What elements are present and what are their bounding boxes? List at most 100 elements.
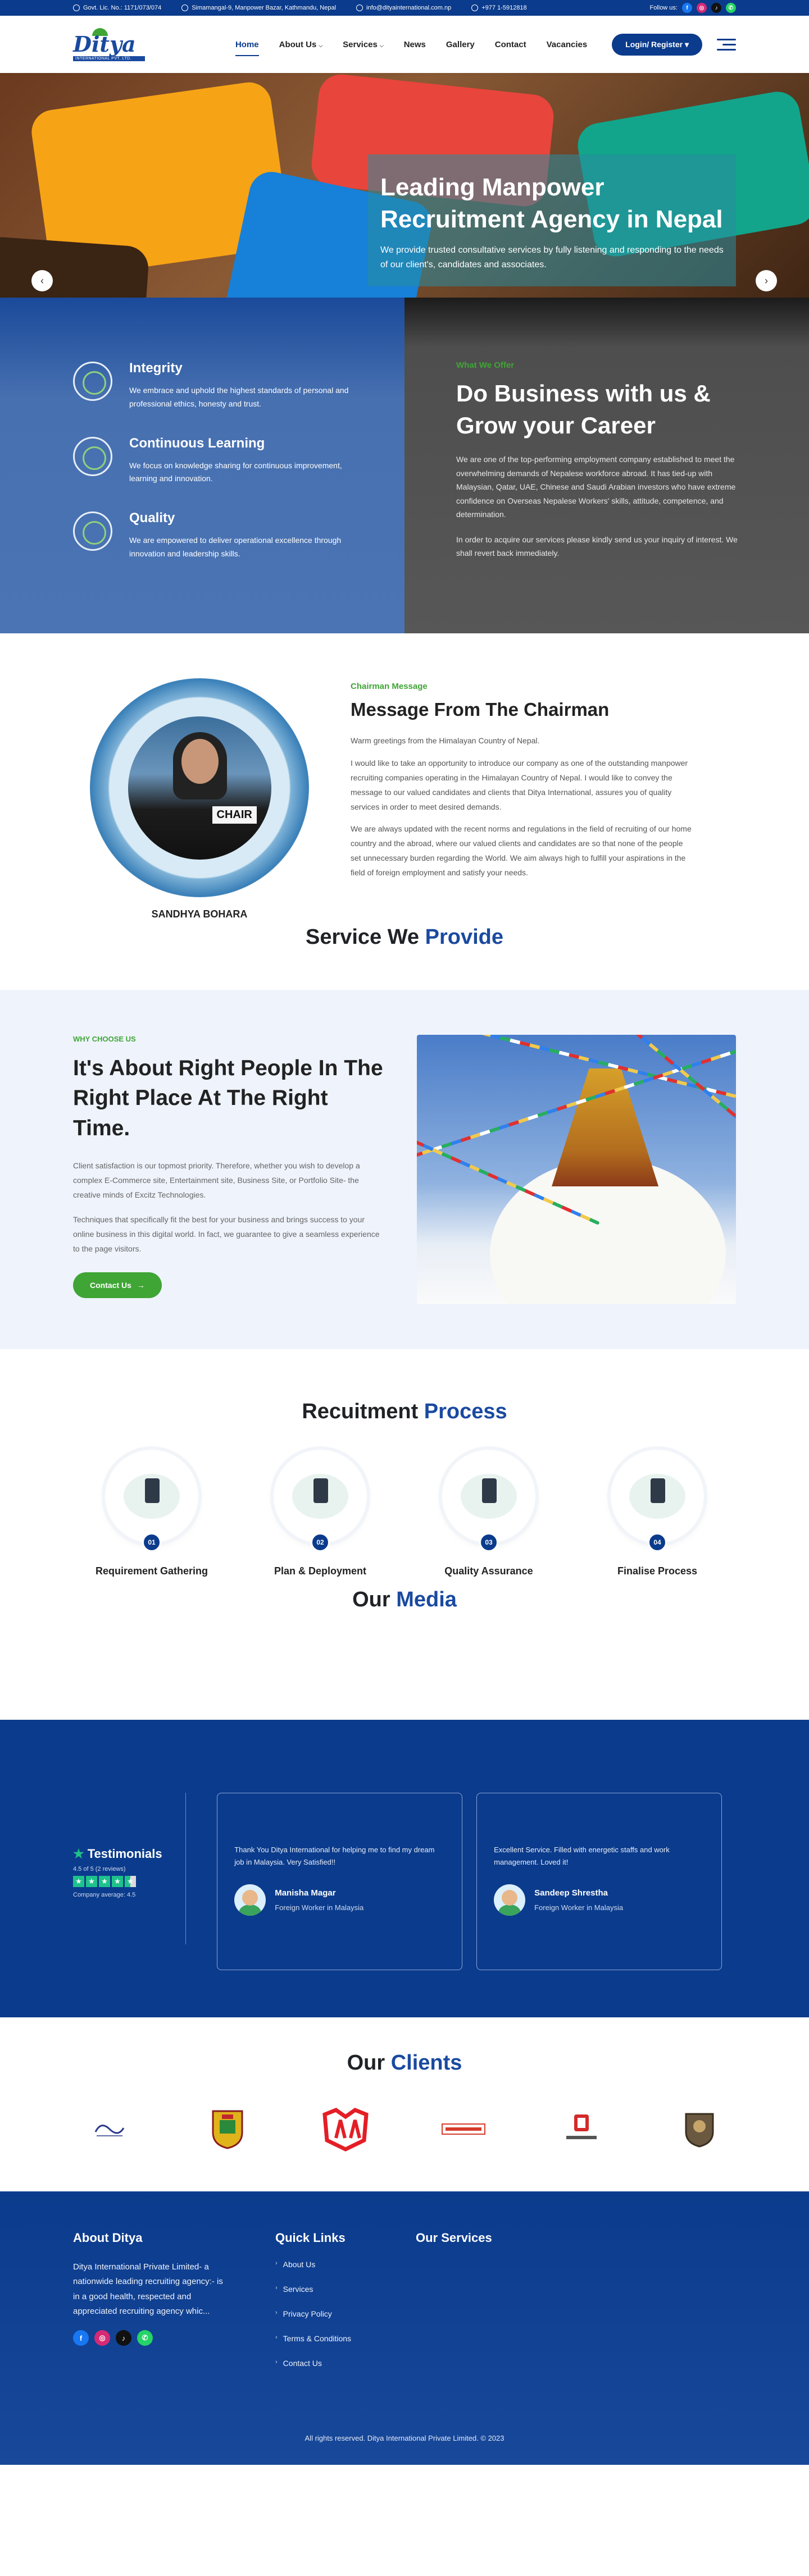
nav-vacancies-label: Vacancies (546, 39, 588, 49)
phone-link[interactable]: +977 1-5912818 (471, 4, 527, 11)
step-label: Finalise Process (617, 1565, 698, 1577)
slider-prev-icon[interactable]: ‹ (31, 270, 53, 291)
why-text: WHY CHOOSE US It's About Right People In… (73, 1035, 388, 1304)
value-title: Quality (129, 510, 175, 526)
nav-news[interactable]: News (404, 36, 426, 53)
phone-icon (471, 4, 479, 11)
learning-icon (73, 436, 112, 476)
nav-contact[interactable]: Contact (495, 36, 526, 53)
footer-link-label: About Us (283, 2260, 316, 2269)
value-text: We are empowered to deliver operational … (129, 536, 342, 558)
avatar (494, 1884, 526, 1916)
author-name: Sandeep Shrestha (534, 1888, 608, 1898)
facebook-icon[interactable]: f (73, 2330, 89, 2346)
top-bar: Govt. Lic. No.: 1171/073/074 Simamangal-… (0, 0, 809, 16)
email-link[interactable]: info@dityainternational.com.np (356, 4, 451, 11)
chevron-down-icon: ⌵ (379, 42, 384, 48)
why-choose-section: WHY CHOOSE US It's About Right People In… (0, 990, 809, 1349)
contact-us-button[interactable]: Contact Us → (73, 1272, 162, 1298)
instagram-icon[interactable]: ◎ (697, 3, 707, 13)
value-integrity: Integrity We embrace and uphold the highe… (73, 360, 404, 411)
client-logo-6[interactable] (674, 2107, 725, 2152)
testimonial-author: Sandeep Shrestha Foreign Worker in Malays… (494, 1884, 705, 1916)
footer-quick-links: Quick Links › About Us › Services › Privacy… (275, 2231, 416, 2383)
heading-part: Recuitment (302, 1400, 424, 1423)
menu-icon[interactable] (717, 38, 736, 51)
nav-gallery-label: Gallery (446, 39, 475, 49)
step-number: 03 (479, 1533, 498, 1552)
nav-contact-label: Contact (494, 39, 526, 49)
value-title: Integrity (129, 360, 183, 376)
chevron-right-icon: › (275, 2285, 278, 2291)
star-icon: ★ (73, 1847, 84, 1861)
chevron-right-icon: › (275, 2359, 278, 2365)
client-logo-1[interactable] (84, 2107, 135, 2152)
services-heading: Service We Provide (0, 925, 809, 949)
chairman-para: I would like to take an opportunity to i… (351, 758, 688, 811)
tiktok-icon[interactable]: ♪ (116, 2330, 131, 2346)
process-step: 01 Requirement Gathering (96, 1450, 208, 1577)
heading-highlight: Media (396, 1588, 457, 1611)
testimonials-title: Testimonials (87, 1847, 162, 1861)
client-logo-3[interactable] (320, 2107, 371, 2152)
nav-about[interactable]: About Us ⌵ (279, 36, 323, 53)
chairman-profile: CHAIR SANDHYA BOHARA (73, 678, 315, 925)
nav-gallery[interactable]: Gallery (446, 36, 475, 53)
chairman-section: CHAIR SANDHYA BOHARA Chairman Message Me… (0, 633, 809, 925)
copyright: All rights reserved. Ditya International… (304, 2434, 505, 2442)
footer-link-about[interactable]: › About Us (275, 2260, 416, 2269)
tiktok-icon[interactable]: ♪ (711, 3, 721, 13)
nav-vacancies[interactable]: Vacancies (547, 36, 588, 53)
nav-services-label: Services (343, 39, 378, 49)
whatsapp-icon[interactable]: ✆ (137, 2330, 153, 2346)
values-section: Integrity We embrace and uphold the highe… (0, 298, 809, 633)
instagram-icon[interactable]: ◎ (94, 2330, 110, 2346)
site-logo[interactable]: Ditya INTERNATIONAL PVT. LTD. (73, 28, 152, 61)
client-logo-4[interactable] (438, 2107, 489, 2152)
testimonials-heading: ★ Testimonials (73, 1847, 183, 1861)
heading-highlight: Provide (425, 925, 504, 949)
author-role: Foreign Worker in Malaysia (275, 1903, 364, 1912)
value-text: We embrace and uphold the highest standa… (129, 386, 349, 408)
media-section: Our Media (0, 1588, 809, 1720)
footer-links-title: Quick Links (275, 2231, 346, 2245)
nav-home-label: Home (235, 39, 259, 49)
chairman-title: Message From The Chairman (351, 699, 610, 720)
client-logo-5[interactable] (556, 2107, 607, 2152)
media-heading: Our Media (0, 1588, 809, 1612)
login-register-button[interactable]: Login/ Register ▾ (612, 33, 702, 56)
rating-text: 4.5 of 5 (2 reviews) (73, 1866, 126, 1872)
nav-services[interactable]: Services ⌵ (343, 36, 384, 53)
whatsapp-icon[interactable]: ✆ (726, 3, 736, 13)
footer-about-title: About Ditya (73, 2231, 143, 2245)
hero-title: Leading Manpower Recruitment Agency in N… (380, 173, 723, 234)
chevron-right-icon: › (275, 2309, 278, 2316)
clients-heading: Our Clients (0, 2051, 809, 2075)
step-number: 04 (648, 1533, 667, 1552)
step-label: Quality Assurance (444, 1565, 533, 1577)
author-name: Manisha Magar (275, 1888, 336, 1898)
star-icon: ★ (112, 1876, 123, 1887)
why-para: Client satisfaction is our topmost prior… (73, 1161, 360, 1200)
slider-next-icon[interactable]: › (756, 270, 777, 291)
footer-link-contact[interactable]: › Contact Us (275, 2359, 416, 2368)
nav-home[interactable]: Home (235, 36, 259, 56)
arrow-right-icon: → (137, 1280, 145, 1290)
footer-link-services[interactable]: › Services (275, 2285, 416, 2294)
step-label: Requirement Gathering (95, 1565, 208, 1577)
phone-text: +977 1-5912818 (481, 4, 527, 11)
client-logo-2[interactable] (202, 2107, 253, 2152)
business-para: In order to acquire our services please … (456, 535, 738, 558)
process-heading: Recuitment Process (0, 1400, 809, 1424)
logo-name: Ditya (73, 31, 136, 57)
footer-social: f ◎ ♪ ✆ (73, 2330, 275, 2346)
facebook-icon[interactable]: f (682, 3, 692, 13)
star-icon: ★ (73, 1876, 84, 1887)
footer-link-terms[interactable]: › Terms & Conditions (275, 2334, 416, 2343)
chevron-down-icon: ⌵ (319, 42, 323, 48)
footer-link-privacy[interactable]: › Privacy Policy (275, 2309, 416, 2318)
testimonial-author: Manisha Magar Foreign Worker in Malaysia (234, 1884, 445, 1916)
chevron-right-icon: › (275, 2334, 278, 2341)
testimonial-card: Thank You Ditya International for helpin… (217, 1793, 463, 1970)
heading-highlight: Process (424, 1400, 507, 1423)
